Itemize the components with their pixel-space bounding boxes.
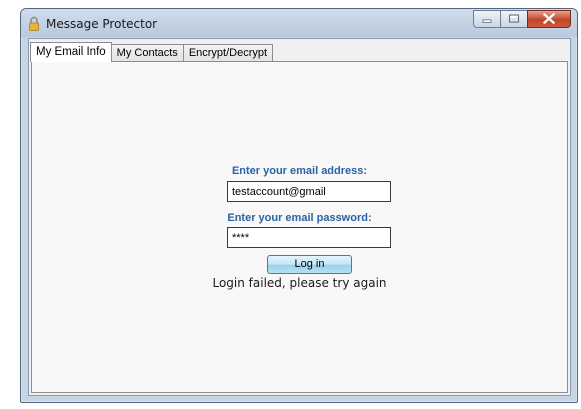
login-button[interactable]: Log in <box>267 255 352 274</box>
app-window: Message Protector My Email Info My Conta… <box>20 8 578 403</box>
maximize-button[interactable] <box>500 10 527 28</box>
close-icon <box>542 12 556 25</box>
maximize-icon <box>509 14 519 23</box>
email-label: Enter your email address: <box>231 165 368 177</box>
tab-strip: My Email Info My Contacts Encrypt/Decryp… <box>29 42 274 62</box>
login-form: Enter your email address: Enter your ema… <box>32 62 567 392</box>
email-info-panel: Enter your email address: Enter your ema… <box>31 61 568 393</box>
email-field[interactable] <box>227 181 391 202</box>
close-button[interactable] <box>527 10 571 28</box>
login-status-message: Login failed, please try again <box>212 276 387 290</box>
tab-encrypt-decrypt[interactable]: Encrypt/Decrypt <box>182 44 274 62</box>
password-field[interactable] <box>227 227 391 248</box>
password-label: Enter your email password: <box>227 212 372 224</box>
caption-buttons <box>473 10 571 29</box>
client-area: My Email Info My Contacts Encrypt/Decryp… <box>28 38 571 396</box>
window-title: Message Protector <box>46 17 158 31</box>
tab-my-email-info[interactable]: My Email Info <box>30 42 112 62</box>
title-bar[interactable]: Message Protector <box>21 9 577 37</box>
minimize-button[interactable] <box>473 10 500 28</box>
minimize-icon <box>482 19 492 23</box>
tab-my-contacts[interactable]: My Contacts <box>110 44 184 62</box>
lock-icon <box>29 16 39 31</box>
